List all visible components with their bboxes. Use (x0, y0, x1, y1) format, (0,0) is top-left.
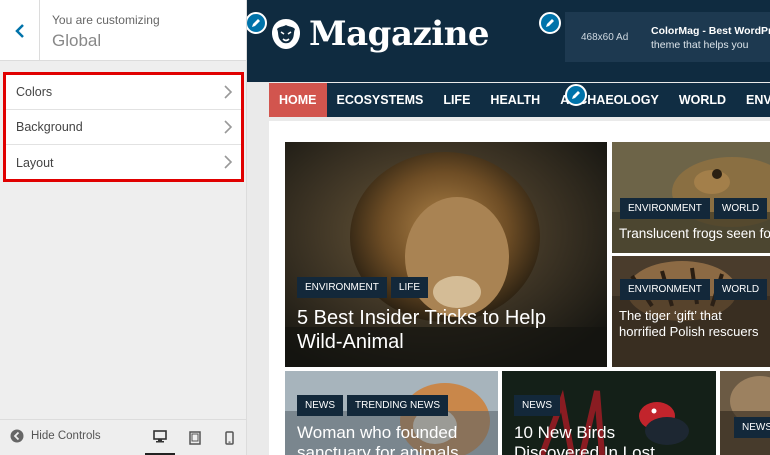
tag-badge[interactable]: WORLD (713, 198, 768, 219)
desktop-icon (153, 430, 167, 443)
pencil-icon (252, 19, 260, 27)
edit-ad-button[interactable] (539, 12, 561, 34)
chevron-right-icon (224, 155, 233, 169)
nav-item-health[interactable]: HEALTH (480, 83, 550, 117)
preview-tablet-button[interactable] (180, 420, 210, 455)
post-title[interactable]: Woman who founded sanctuary for animals (297, 423, 497, 455)
customizer-footer: Hide Controls (0, 419, 246, 455)
post-photo (720, 371, 770, 455)
nav-item-home[interactable]: HOME (269, 83, 327, 117)
chevron-right-icon (224, 120, 233, 134)
section-background[interactable]: Background (6, 110, 241, 145)
edit-menu-button[interactable] (565, 84, 587, 106)
post-card[interactable]: NEWS 10 New Birds Discovered In Lost (502, 371, 716, 455)
customizing-label: You are customizing (52, 13, 160, 27)
site-logo[interactable]: Magazine (269, 14, 490, 54)
back-button[interactable] (0, 0, 40, 61)
site-preview: Magazine 468x60 Ad ColorMag - Best WordP… (247, 0, 770, 455)
ad-label: 468x60 Ad (581, 32, 629, 43)
tablet-icon (189, 431, 201, 445)
header-ad[interactable]: 468x60 Ad ColorMag - Best WordPr theme t… (565, 12, 770, 62)
post-card[interactable]: NEWS (720, 371, 770, 455)
tag-badge[interactable]: NEWS (734, 417, 770, 438)
section-layout[interactable]: Layout (6, 145, 241, 180)
customizing-title: Global (52, 31, 102, 50)
post-tags: NEWS (734, 417, 770, 438)
arrow-left-circle-icon (10, 429, 24, 443)
post-title[interactable]: Translucent frogs seen fo (619, 226, 770, 242)
tag-badge[interactable]: ENVIRONMENT (620, 198, 710, 219)
post-tags: ENVIRONMENT WORLD (620, 198, 770, 219)
tag-badge[interactable]: TRENDING NEWS (347, 395, 448, 416)
post-card-featured[interactable]: ENVIRONMENT LIFE 5 Best Insider Tricks t… (285, 142, 607, 367)
tag-badge[interactable]: LIFE (390, 277, 429, 298)
section-colors[interactable]: Colors (6, 75, 241, 110)
preview-mobile-button[interactable] (214, 420, 244, 455)
pencil-icon (546, 19, 554, 27)
customizer-header: You are customizing Global (0, 0, 246, 61)
section-label: Layout (16, 155, 54, 170)
post-title[interactable]: 10 New Birds Discovered In Lost (514, 423, 704, 455)
post-card[interactable]: ENVIRONMENT WORLD The tiger ‘gift’ that … (612, 256, 770, 367)
chevron-right-icon (224, 85, 233, 99)
nav-item-world[interactable]: WORLD (669, 83, 736, 117)
mobile-icon (224, 431, 234, 445)
post-title[interactable]: The tiger ‘gift’ that horrified Polish r… (619, 308, 759, 339)
ad-name: ColorMag - Best WordPr (651, 25, 770, 37)
site-title: Magazine (309, 14, 490, 54)
customizer-sidebar: You are customizing Global Colors Backgr… (0, 0, 247, 455)
tag-badge[interactable]: WORLD (713, 279, 768, 300)
post-tags: ENVIRONMENT LIFE (297, 277, 432, 298)
tag-badge[interactable]: NEWS (514, 395, 560, 416)
hide-controls-button[interactable]: Hide Controls (10, 429, 101, 443)
post-tags: NEWS (514, 395, 564, 416)
primary-nav: HOME ECOSYSTEMS LIFE HEALTH ARCHAEOLOGY … (269, 83, 770, 117)
site-header: Magazine 468x60 Ad ColorMag - Best WordP… (247, 0, 770, 82)
post-title[interactable]: 5 Best Insider Tricks to Help Wild-Anima… (297, 306, 597, 354)
post-tags: ENVIRONMENT WORLD (620, 279, 770, 300)
post-card[interactable]: ENVIRONMENT WORLD Translucent frogs seen… (612, 142, 770, 253)
hide-controls-label: Hide Controls (31, 430, 101, 442)
ad-description: theme that helps you (651, 39, 749, 51)
nav-item-ecosystems[interactable]: ECOSYSTEMS (327, 83, 434, 117)
chevron-left-icon (14, 23, 24, 38)
post-card[interactable]: NEWS TRENDING NEWS Woman who founded san… (285, 371, 498, 455)
nav-item-life[interactable]: LIFE (433, 83, 480, 117)
tag-badge[interactable]: ENVIRONMENT (620, 279, 710, 300)
nav-item-environment[interactable]: ENVIRONMENT (736, 83, 770, 117)
pencil-icon (572, 91, 580, 99)
section-label: Background (16, 120, 83, 134)
post-tags: NEWS TRENDING NEWS (297, 395, 452, 416)
preview-desktop-button[interactable] (145, 420, 175, 455)
lion-head-icon (272, 19, 300, 49)
tag-badge[interactable]: NEWS (297, 395, 343, 416)
section-label: Colors (16, 85, 53, 99)
tag-badge[interactable]: ENVIRONMENT (297, 277, 387, 298)
section-list: Colors Background Layout (3, 72, 244, 182)
content-area: ENVIRONMENT LIFE 5 Best Insider Tricks t… (269, 121, 770, 455)
